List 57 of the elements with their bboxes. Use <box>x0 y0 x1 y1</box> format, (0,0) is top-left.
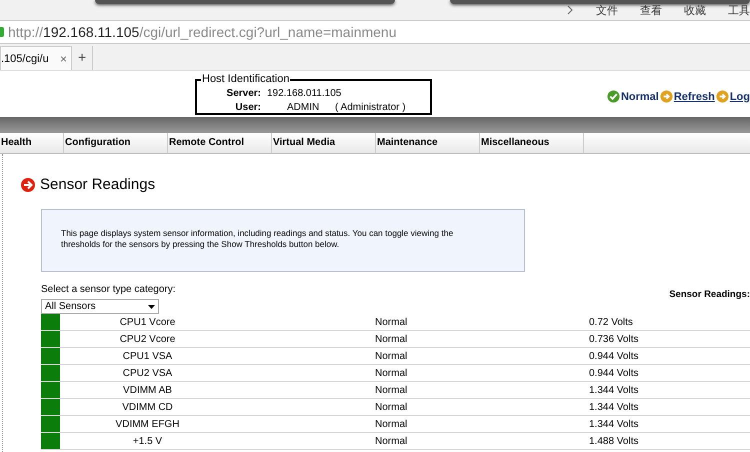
role-value: ( Administrator ) <box>335 101 406 115</box>
info-panel: This page displays system sensor information, including readings and status. You can toggle viewing the thresholds for the sensors by pressing the Show Thresholds button below. <box>41 209 525 272</box>
address-field[interactable]: http://192.168.11.105/cgi/url_redirect.cgi?url_name=mainmenu <box>0 20 750 44</box>
menu-item[interactable]: 收藏 <box>684 2 706 18</box>
sensor-reading: 1.344 Volts <box>589 398 750 416</box>
link[interactable]: Refresh <box>674 90 715 102</box>
nav-tab[interactable]: Health <box>0 133 64 153</box>
nav-tab[interactable]: Configuration <box>64 133 168 153</box>
sensor-status: Normal <box>235 330 589 348</box>
arrow-circle-icon <box>660 90 673 103</box>
menu-item[interactable]: 查看 <box>640 2 662 18</box>
sensor-name: CPU2 Vcore <box>60 330 235 348</box>
page-title: Sensor Readings <box>40 176 156 193</box>
sensor-status: Normal <box>235 382 589 398</box>
sensor-name: CPU1 VSA <box>60 348 235 364</box>
sensor-status: Normal <box>235 432 589 450</box>
field-label: Server: <box>226 87 261 101</box>
sensor-reading: 1.488 Volts <box>589 432 750 450</box>
sensor-status: Normal <box>235 314 589 330</box>
menu-item[interactable]: 文件 <box>596 2 618 18</box>
sensor-count-label: Sensor Readings: <box>669 289 750 300</box>
sensor-name: VDIMM EFGH <box>60 416 235 432</box>
sensor-status: Normal <box>235 416 589 432</box>
user-value: ADMIN <box>287 101 320 115</box>
status-text: Normal <box>620 90 659 102</box>
category-dropdown[interactable]: All Sensors <box>41 299 159 314</box>
nav-tab[interactable]: Virtual Media <box>272 133 376 153</box>
sensor-status: Normal <box>235 364 589 382</box>
sensor-name: VDIMM CD <box>60 398 235 416</box>
nav-tab[interactable]: Miscellaneous <box>480 133 584 153</box>
sensor-reading: 0.736 Volts <box>589 330 750 348</box>
new-tab-button[interactable]: + <box>72 46 94 70</box>
arrow-right-icon <box>21 178 35 192</box>
sensor-name: CPU1 Vcore <box>60 314 235 330</box>
sensor-reading: 0.944 Volts <box>589 348 750 364</box>
category-label: Select a sensor type category: <box>41 284 176 297</box>
sensor-name: VDIMM AB <box>60 382 235 398</box>
menu-item[interactable]: 工具 <box>728 2 750 18</box>
sensor-reading: 1.344 Volts <box>589 416 750 432</box>
server-value: 192.168.011.105 <box>267 87 342 101</box>
sensor-reading: 0.944 Volts <box>589 364 750 382</box>
sensor-status: Normal <box>235 398 589 416</box>
field-label: User: <box>234 101 261 115</box>
arrow-circle-icon <box>716 90 729 103</box>
browser-tab[interactable]: .105/cgi/u × <box>0 46 72 70</box>
sensor-status: Normal <box>235 348 589 364</box>
link[interactable]: Log <box>730 90 750 102</box>
nav-tab[interactable]: Remote Control <box>168 133 272 153</box>
sensor-reading: 1.344 Volts <box>589 382 750 398</box>
panel-legend: Host Identification <box>201 73 290 85</box>
sensor-reading: 0.72 Volts <box>589 314 750 330</box>
check-icon <box>606 90 620 103</box>
chevron-icon[interactable] <box>566 5 574 15</box>
sensor-name: +1.5 V <box>60 432 235 450</box>
nav-tab[interactable]: Maintenance <box>376 133 480 153</box>
caret-icon <box>148 304 155 308</box>
sensor-name: CPU2 VSA <box>60 364 235 382</box>
